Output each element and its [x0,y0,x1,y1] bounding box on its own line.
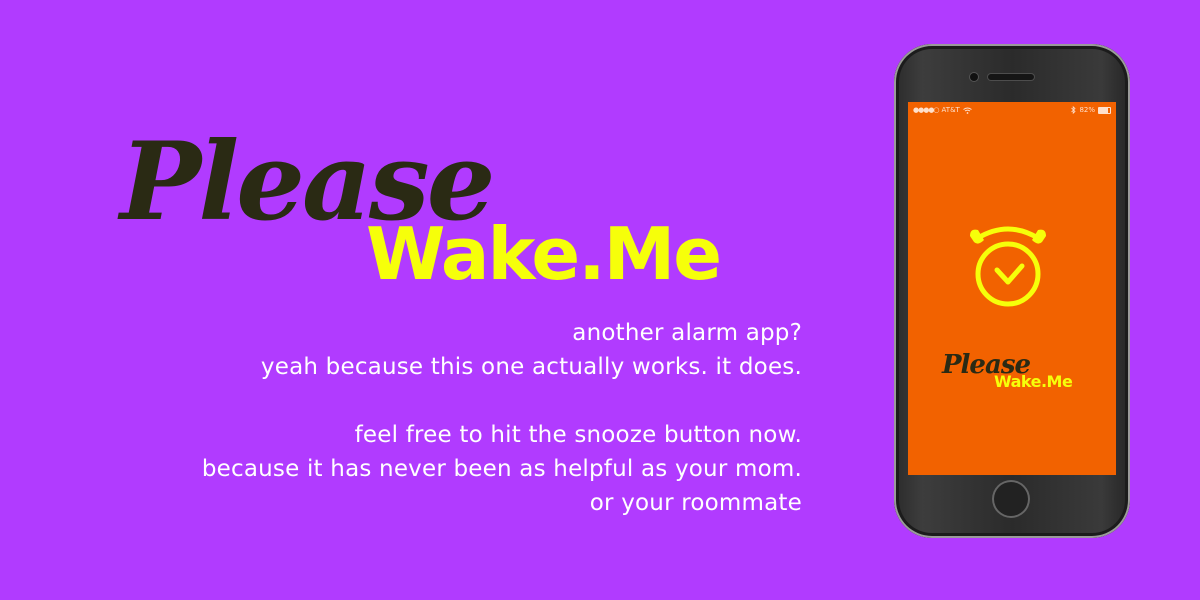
home-button[interactable] [992,480,1030,518]
signal-dots: ●●●●○ [913,106,940,114]
phone-screen: ●●●●○ AT&T 82% Please Wake.Me [908,102,1116,475]
tagline-block: another alarm app? yeah because this one… [202,316,802,520]
phone-mockup: ●●●●○ AT&T 82% Please Wake.Me [894,44,1130,538]
carrier-label: AT&T [941,106,960,114]
tagline-line-4: because it has never been as helpful as … [201,456,802,482]
battery-percent: 82% [1079,106,1095,114]
earpiece-speaker [988,74,1034,80]
logo-wakeme-text: Wake.Me [366,212,722,296]
tagline-spacer [202,384,802,418]
tagline-line-1: another alarm app? [572,320,802,346]
bluetooth-icon [1071,106,1077,114]
app-logo-wakeme: Wake.Me [994,372,1073,391]
tagline-line-3: feel free to hit the snooze button now. [354,422,802,448]
front-camera [970,73,978,81]
wifi-icon [963,107,972,114]
tagline-line-2: yeah because this one actually works. it… [260,354,802,380]
tagline-line-5: or your roommate [589,490,802,516]
battery-icon [1098,106,1111,114]
status-bar: ●●●●○ AT&T 82% [908,102,1116,118]
alarm-clock-icon [970,226,1046,307]
